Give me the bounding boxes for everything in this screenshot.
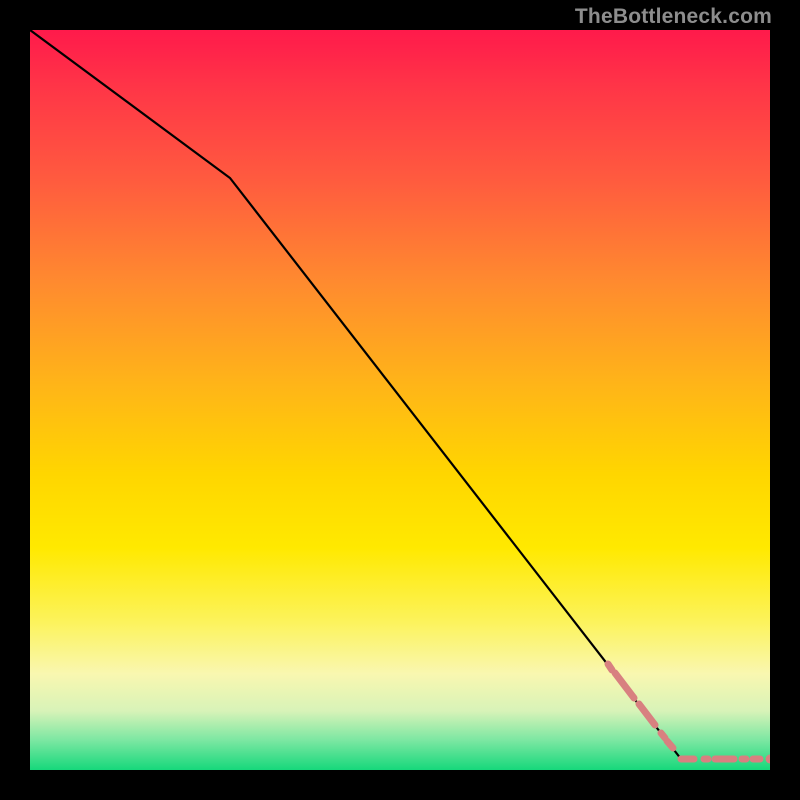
endpoint-marker xyxy=(766,755,771,764)
pink-dashes-diagonal xyxy=(608,664,673,748)
chart-stage: TheBottleneck.com xyxy=(0,0,800,800)
plot-area xyxy=(30,30,770,770)
watermark-text: TheBottleneck.com xyxy=(575,5,772,29)
chart-overlay xyxy=(30,30,770,770)
main-curve xyxy=(30,30,681,759)
